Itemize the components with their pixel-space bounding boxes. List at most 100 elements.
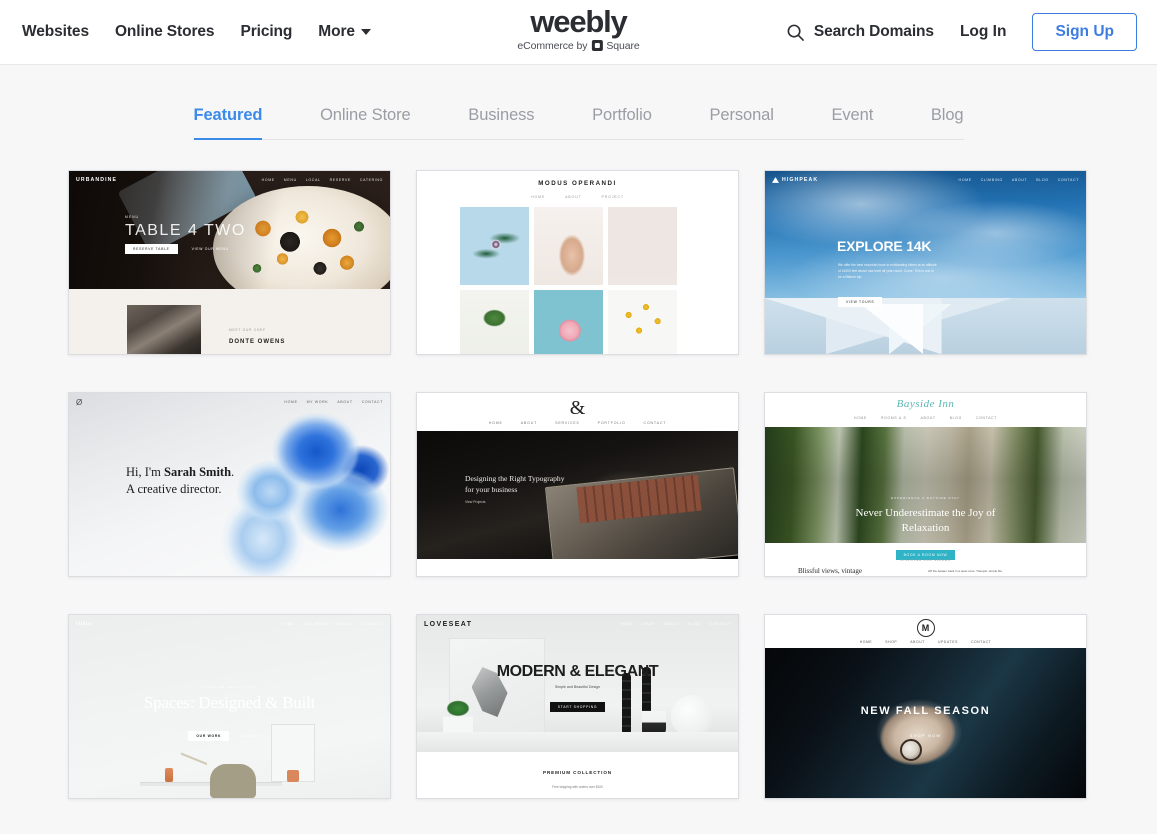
thumb-nav-item: HOME — [854, 416, 867, 420]
thumb-headline: EXPLORE 14K — [837, 238, 932, 254]
thumb-nav-item: SHOP — [885, 640, 898, 644]
thumb-headline: TABLE 4 TWO — [125, 222, 246, 239]
thumb-subhead: Simple and Beautiful Design — [554, 685, 601, 689]
thumb-nav-item: CONTACT — [1057, 178, 1079, 182]
thumb-headline-line1: Designing the Right Typography — [465, 474, 565, 483]
thumb-gallery-cell — [608, 207, 677, 285]
thumb-decor-shelf — [417, 732, 738, 752]
login-link[interactable]: Log In — [960, 23, 1007, 41]
thumb-brand: HIGHPEAK — [772, 177, 818, 183]
thumb-nav-links: HOME MENU LOCAL RESERVE CATERING — [262, 178, 383, 182]
template-card-highpeak[interactable]: HIGHPEAK HOME CLIMBING ABOUT BLOG CONTAC… — [764, 170, 1087, 355]
thumb-nav-item: ABOUT — [920, 416, 936, 420]
template-card-typography[interactable]: & HOME ABOUT SERVICES PORTFOLIO CONTACT … — [416, 392, 739, 577]
weebly-logo[interactable]: weebly eCommerce by Square — [517, 6, 639, 52]
template-card-sarah-smith[interactable]: Ø HOME MY WORK ABOUT CONTACT Hi, I'm Sar… — [68, 392, 391, 577]
thumb-nav-item: HOME — [958, 178, 972, 182]
thumb-brand: LOVESEAT — [424, 620, 473, 628]
logo-wordmark: weebly — [530, 4, 627, 39]
thumb-decor-vase — [165, 768, 174, 782]
thumb-link: View Projects — [465, 500, 486, 504]
thumb-nav-item: CONTACT — [361, 400, 383, 404]
tab-blog[interactable]: Blog — [931, 106, 964, 139]
thumb-chef-photo — [127, 305, 201, 354]
search-domains-button[interactable]: Search Domains — [786, 23, 934, 42]
tab-online-store[interactable]: Online Store — [320, 106, 411, 139]
thumb-secondary-button: CONTACT — [241, 734, 263, 738]
thumb-footer-bar — [417, 559, 738, 576]
tab-business[interactable]: Business — [468, 106, 534, 139]
thumb-nav-item: HOME — [281, 622, 295, 626]
primary-nav: Websites Online Stores Pricing More — [22, 23, 371, 41]
nav-more-label: More — [318, 23, 355, 40]
template-card-oikos[interactable]: Oikos HOME OUR WORK ABOUT CONTACT INTERI… — [68, 614, 391, 799]
thumb-nav-item: SERVICES — [555, 421, 580, 425]
template-card-new-fall-season[interactable]: M HOME SHOP ABOUT UPDATES CONTACT NEW FA… — [764, 614, 1087, 799]
thumb-gallery-cell — [534, 207, 603, 285]
thumb-section-eyebrow: MEET OUR CHEF — [229, 328, 266, 332]
nav-websites[interactable]: Websites — [22, 23, 89, 41]
nav-online-stores[interactable]: Online Stores — [115, 23, 215, 41]
thumb-nav-item: HOME — [261, 178, 275, 182]
thumb-nav-item: CATERING — [359, 178, 383, 182]
thumb-eyebrow: MENU — [125, 215, 139, 219]
nav-more[interactable]: More — [318, 23, 371, 41]
thumb-nav-item: CONTACT — [709, 622, 731, 626]
thumb-nav-item: PORTFOLIO — [597, 421, 626, 425]
search-domains-label: Search Domains — [813, 23, 934, 40]
thumb-nav: HIGHPEAK HOME CLIMBING ABOUT BLOG CONTAC… — [765, 171, 1086, 189]
thumb-nav-links: HOME SHOP ABOUT BLOG CONTACT — [620, 622, 731, 626]
thumb-nav-links: HOME MY WORK ABOUT CONTACT — [284, 400, 383, 404]
thumb-headline: Designing the Right Typography for your … — [465, 473, 565, 496]
logo-tagline-before: eCommerce by — [517, 39, 588, 52]
thumb-decor-wheat — [181, 736, 208, 780]
thumb-nav-item: BLOG — [949, 416, 962, 420]
thumb-decor-plant — [287, 770, 300, 782]
thumb-nav-item: CONTACT — [975, 416, 997, 420]
template-grid: URBANDINE HOME MENU LOCAL RESERVE CATERI… — [68, 170, 1089, 799]
thumb-headline: MODERN & ELEGANT — [496, 663, 659, 680]
thumb-nav-item: ABOUT — [910, 640, 925, 644]
tab-portfolio[interactable]: Portfolio — [592, 106, 652, 139]
template-card-bayside-inn[interactable]: Bayside Inn HOME ROOMS & S ABOUT BLOG CO… — [764, 392, 1087, 577]
thumb-nav: LOVESEAT HOME SHOP ABOUT BLOG CONTACT — [417, 615, 738, 633]
signup-button[interactable]: Sign Up — [1032, 13, 1137, 51]
thumb-nav-item: CONTACT — [361, 622, 383, 626]
thumb-nav-item: SHOP — [642, 622, 655, 626]
tab-personal[interactable]: Personal — [709, 106, 773, 139]
thumb-nav-item: ABOUT — [565, 195, 582, 199]
tab-featured[interactable]: Featured — [193, 106, 262, 140]
thumb-headline-line2: for your business — [465, 485, 518, 495]
thumb-brand: & — [569, 397, 586, 419]
thumb-eyebrow: EXPERIENCE A BAYSIDE STAY — [891, 496, 960, 500]
thumb-section-body: Off the beaten track in a quiet cove. Tr… — [928, 569, 1003, 573]
thumb-nav-item: ABOUT — [520, 421, 538, 425]
template-card-modus-operandi[interactable]: MODUS OPERANDI HOME ABOUT PROJECT — [416, 170, 739, 355]
thumb-brand: MODUS OPERANDI — [538, 180, 617, 187]
thumb-gallery-cell — [460, 207, 529, 285]
template-card-urbandine[interactable]: URBANDINE HOME MENU LOCAL RESERVE CATERI… — [68, 170, 391, 355]
thumb-brand: URBANDINE — [76, 177, 118, 183]
thumb-nav-item: HOME — [488, 421, 503, 425]
nav-pricing[interactable]: Pricing — [240, 23, 292, 41]
thumb-section-title: PREMIUM COLLECTION — [542, 770, 613, 775]
thumb-nav-item: BLOG — [688, 622, 701, 626]
thumb-headline-line2: Relaxation — [901, 521, 950, 534]
thumb-nav: URBANDINE HOME MENU LOCAL RESERVE CATERI… — [69, 171, 390, 189]
thumb-nav-item: HOME — [284, 400, 298, 404]
tab-event[interactable]: Event — [831, 106, 873, 139]
thumb-section-eyebrow: DISCOVER OUR SPACES — [900, 558, 951, 562]
logo-tagline: eCommerce by Square — [517, 40, 639, 52]
thumb-nav-item: CLIMBING — [980, 178, 1003, 182]
thumb-nav-item: HOME — [620, 622, 634, 626]
thumb-nav-item: HOME — [859, 640, 873, 644]
thumb-headline-line1: Never Underestimate the Joy of — [855, 507, 996, 519]
thumb-nav-item: LOCAL — [305, 178, 321, 182]
site-header: Websites Online Stores Pricing More weeb… — [0, 0, 1157, 65]
thumb-brand-label: HIGHPEAK — [782, 177, 819, 183]
thumb-section-title: Blissful views, vintage — [798, 567, 862, 575]
thumb-nav-item: BLOG — [1036, 178, 1049, 182]
thumb-eyebrow: INTERIOR ARCHITECTS — [202, 685, 257, 689]
thumb-decor-chair — [210, 764, 257, 798]
template-card-loveseat[interactable]: LOVESEAT HOME SHOP ABOUT BLOG CONTACT MO… — [416, 614, 739, 799]
